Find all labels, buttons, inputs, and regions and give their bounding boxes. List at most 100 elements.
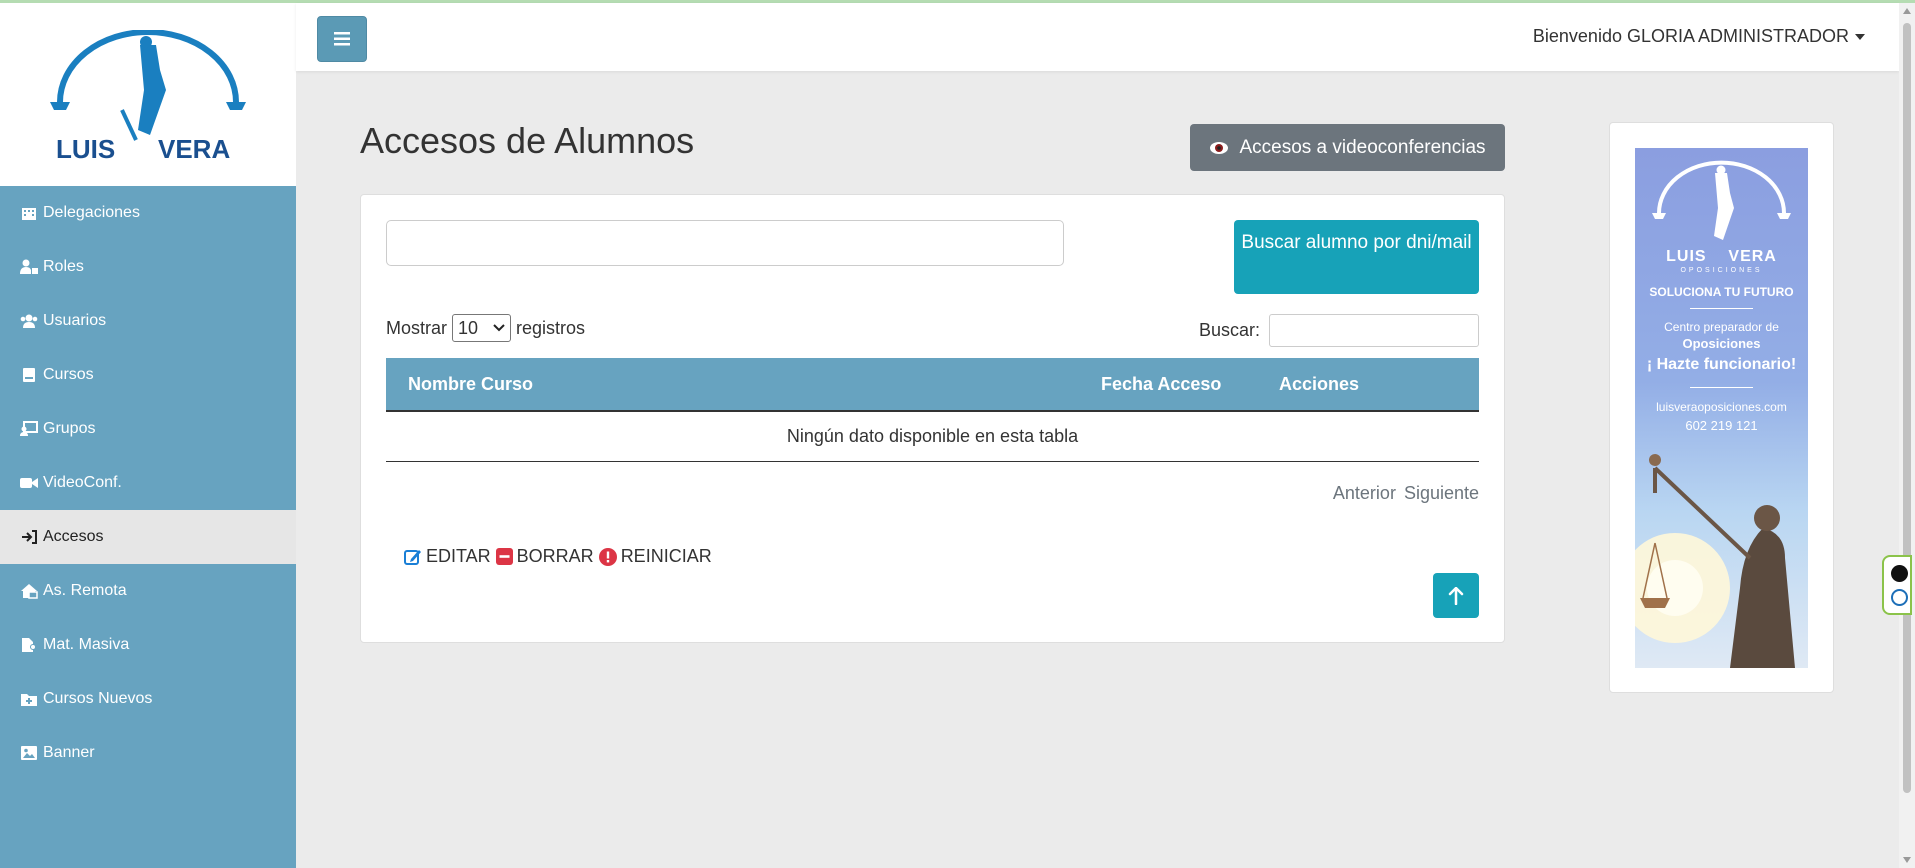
show-prefix-label: Mostrar	[386, 317, 448, 338]
page-length-select[interactable]: 10	[452, 314, 512, 342]
pager-next-button[interactable]: Siguiente	[1404, 483, 1479, 503]
svg-text:LUIS: LUIS	[56, 134, 115, 162]
sidebar: LUIS VERA Delegaciones Roles Usuarios Curso…	[0, 3, 296, 868]
scroll-up-icon[interactable]	[1903, 8, 1911, 14]
table-filter-input[interactable]	[1269, 314, 1479, 347]
menu-toggle-button[interactable]	[317, 16, 367, 62]
brand-logo[interactable]: LUIS VERA	[0, 3, 296, 186]
delete-icon	[495, 548, 513, 565]
scroll-to-top-button[interactable]	[1433, 573, 1479, 618]
sidebar-item-label: Cursos	[43, 366, 94, 383]
scales-logo-icon: LUIS VERA	[50, 30, 246, 162]
sidebar-item-as-remota[interactable]: As. Remota	[0, 564, 296, 618]
file-user-icon	[20, 637, 38, 653]
table-empty-row: Ningún dato disponible en esta tabla	[386, 412, 1479, 462]
sidebar-item-label: Delegaciones	[43, 204, 140, 221]
pager-previous-button[interactable]: Anterior	[1333, 483, 1396, 503]
sidebar-item-mat-masiva[interactable]: Mat. Masiva	[0, 618, 296, 672]
filter-label: Buscar:	[1198, 320, 1260, 340]
svg-text:VERA: VERA	[158, 134, 230, 162]
video-access-button[interactable]: Accesos a videoconferencias	[1190, 124, 1505, 171]
banner-divider	[1690, 387, 1753, 388]
banner-brand: LUIS VERA	[1666, 248, 1777, 265]
video-access-label: Accesos a videoconferencias	[1239, 136, 1486, 158]
sidebar-item-label: Banner	[43, 744, 95, 761]
banner-phone: 602 219 121	[1685, 418, 1758, 433]
show-suffix-label: registros	[516, 317, 586, 338]
actions-legend: EDITAR BORRAR REINICIAR	[404, 546, 712, 567]
sidebar-item-roles[interactable]: Roles	[0, 240, 296, 294]
chalkboard-icon	[20, 421, 38, 437]
empty-table-message: Ningún dato disponible en esta tabla	[786, 426, 1079, 446]
sidebar-item-grupos[interactable]: Grupos	[0, 402, 296, 456]
close-circle-icon[interactable]	[1891, 565, 1908, 582]
page-title: Accesos de Alumnos	[360, 120, 695, 161]
sign-in-icon	[20, 529, 38, 545]
banner-divider	[1690, 308, 1753, 309]
user-lock-icon	[20, 259, 38, 275]
arrow-up-icon	[1448, 586, 1464, 605]
banner-hazte: ¡ Hazte funcionario!	[1646, 356, 1797, 373]
banner-centro: Centro preparador de	[1664, 320, 1779, 334]
exclamation-circle-icon	[598, 547, 617, 566]
hamburger-icon	[334, 32, 350, 46]
column-header-actions[interactable]: Acciones	[1279, 374, 1359, 395]
scrollbar-thumb[interactable]	[1903, 23, 1911, 793]
sidebar-item-accesos[interactable]: Accesos	[0, 510, 296, 564]
search-student-button[interactable]: Buscar alumno por dni/mail	[1234, 220, 1479, 294]
book-icon	[20, 367, 38, 383]
eye-icon	[1209, 141, 1229, 155]
page-length-value: 10	[458, 317, 479, 338]
reset-legend-label: REINICIAR	[620, 546, 712, 566]
student-search-input[interactable]	[386, 220, 1064, 266]
banner-subtitle: OPOSICIONES	[1680, 267, 1763, 274]
sidebar-item-label: Roles	[43, 258, 84, 275]
folder-plus-icon	[20, 691, 38, 707]
sidebar-item-usuarios[interactable]: Usuarios	[0, 294, 296, 348]
page-scrollbar[interactable]	[1899, 3, 1915, 868]
table-header: Nombre Curso Fecha Acceso Acciones	[386, 358, 1479, 412]
delete-legend-label: BORRAR	[516, 546, 594, 566]
sidebar-nav: Delegaciones Roles Usuarios Cursos Grupos Vid…	[0, 186, 296, 780]
user-menu-dropdown[interactable]: Bienvenido GLORIA ADMINISTRADOR	[1533, 26, 1865, 47]
sidebar-item-label: Cursos Nuevos	[43, 690, 153, 707]
sidebar-item-cursos[interactable]: Cursos	[0, 348, 296, 402]
extension-e-icon[interactable]	[1891, 589, 1908, 606]
sidebar-item-banner[interactable]: Banner	[0, 726, 296, 780]
justice-statue-icon	[1635, 454, 1795, 668]
page-length-control: Mostrar 10 registros	[386, 314, 585, 342]
sidebar-item-label: Accesos	[43, 528, 104, 545]
banner-website: luisveraoposiciones.com	[1656, 400, 1787, 414]
edit-icon	[404, 548, 422, 566]
table-filter: Buscar:	[1199, 314, 1479, 347]
ad-banner-image[interactable]: LUIS VERA OPOSICIONES SOLUCIONA TU FUTUR…	[1635, 148, 1808, 668]
remote-icon	[20, 583, 38, 599]
sidebar-item-label: Grupos	[43, 420, 96, 437]
building-icon	[20, 205, 38, 221]
top-bar: Bienvenido GLORIA ADMINISTRADOR	[296, 3, 1899, 71]
access-table: Nombre Curso Fecha Acceso Acciones Ningú…	[386, 358, 1479, 462]
pagination: Anterior Siguiente	[1325, 483, 1479, 504]
welcome-text: Bienvenido GLORIA ADMINISTRADOR	[1532, 26, 1849, 46]
banner-logo-icon	[1652, 160, 1791, 240]
column-header-date[interactable]: Fecha Acceso	[1101, 374, 1221, 395]
sidebar-item-label: As. Remota	[43, 582, 127, 599]
sidebar-item-label: Mat. Masiva	[43, 636, 130, 653]
sidebar-item-videoconf[interactable]: VideoConf.	[0, 456, 296, 510]
extension-widget[interactable]	[1882, 555, 1912, 615]
banner-tagline: SOLUCIONA TU FUTURO	[1649, 285, 1794, 299]
sidebar-item-label: VideoConf.	[43, 474, 122, 491]
users-icon	[20, 313, 38, 329]
image-icon	[20, 745, 38, 761]
banner-card: LUIS VERA OPOSICIONES SOLUCIONA TU FUTUR…	[1609, 122, 1834, 693]
video-icon	[20, 475, 38, 491]
caret-down-icon	[1855, 34, 1865, 41]
chevron-down-icon	[493, 324, 505, 332]
access-card: Buscar alumno por dni/mail Mostrar 10 re…	[360, 194, 1505, 643]
column-header-course[interactable]: Nombre Curso	[408, 374, 533, 395]
sidebar-item-label: Usuarios	[43, 312, 107, 329]
sidebar-item-delegaciones[interactable]: Delegaciones	[0, 186, 296, 240]
scroll-down-icon[interactable]	[1903, 857, 1911, 863]
sidebar-item-cursos-nuevos[interactable]: Cursos Nuevos	[0, 672, 296, 726]
edit-legend-label: EDITAR	[426, 546, 491, 566]
